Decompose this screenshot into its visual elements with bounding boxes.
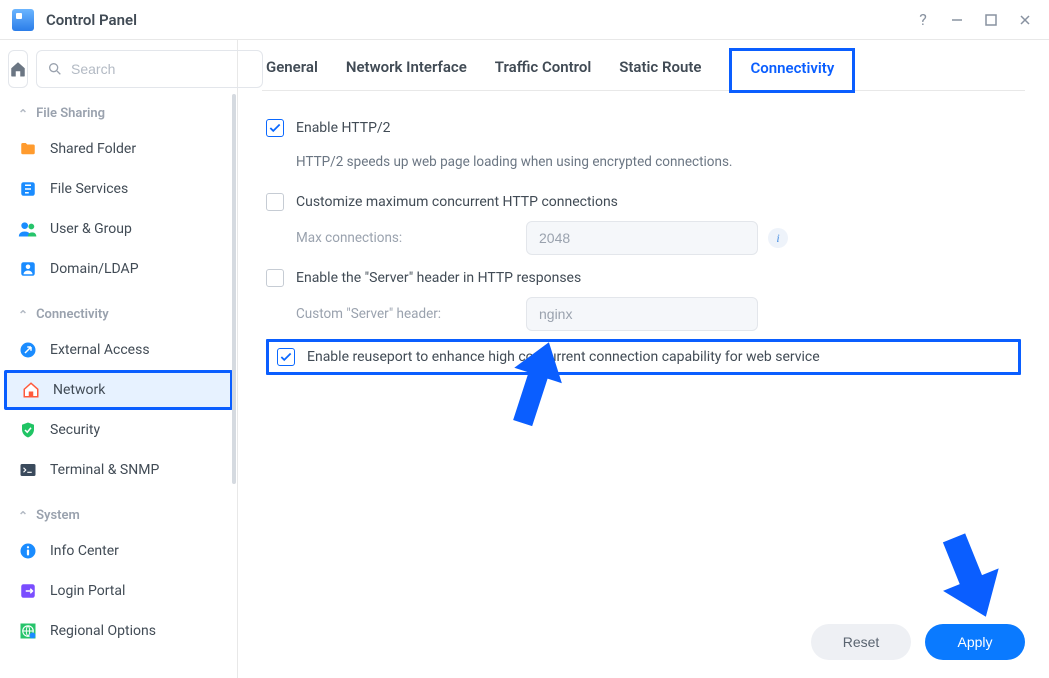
section-connectivity[interactable]: ⌃ Connectivity xyxy=(0,299,237,330)
close-button[interactable] xyxy=(1013,8,1037,32)
sidebar-item-label: Info Center xyxy=(50,543,119,559)
folder-icon xyxy=(18,139,38,159)
user-group-icon xyxy=(18,219,38,239)
sidebar-item-terminal-snmp[interactable]: Terminal & SNMP xyxy=(0,450,237,490)
info-icon[interactable]: i xyxy=(768,228,788,248)
highlighted-reuseport-row: Enable reuseport to enhance high concurr… xyxy=(266,339,1021,375)
chevron-up-icon: ⌃ xyxy=(18,107,28,121)
chevron-up-icon: ⌃ xyxy=(18,308,28,322)
tab-network-interface[interactable]: Network Interface xyxy=(346,58,467,90)
max-connections-input[interactable] xyxy=(526,221,758,255)
network-icon xyxy=(21,380,41,400)
search-icon xyxy=(47,61,63,77)
search-input[interactable] xyxy=(71,61,252,77)
window-title: Control Panel xyxy=(46,11,137,29)
sidebar-item-security[interactable]: Security xyxy=(0,410,237,450)
sidebar-item-label: Shared Folder xyxy=(50,141,136,157)
footer: Reset Apply xyxy=(262,606,1025,660)
app-icon xyxy=(12,9,34,31)
content-area: General Network Interface Traffic Contro… xyxy=(238,40,1049,678)
checkbox-server-header[interactable] xyxy=(266,269,284,287)
sidebar-item-regional-options[interactable]: Regional Options xyxy=(0,611,237,651)
sidebar-item-label: Network xyxy=(53,382,105,398)
annotation-arrow-icon xyxy=(500,340,570,430)
home-icon xyxy=(9,60,27,78)
home-button[interactable] xyxy=(8,50,28,88)
info-icon xyxy=(18,541,38,561)
sidebar-item-label: Domain/LDAP xyxy=(50,261,139,277)
max-connections-label: Max connections: xyxy=(296,230,526,246)
login-portal-icon xyxy=(18,581,38,601)
custom-header-input[interactable] xyxy=(526,297,758,331)
globe-icon xyxy=(18,621,38,641)
section-label: Connectivity xyxy=(36,307,109,322)
custom-header-label: Custom "Server" header: xyxy=(296,306,526,322)
scrollbar[interactable] xyxy=(232,94,236,484)
annotation-arrow-icon xyxy=(929,530,1009,620)
external-access-icon xyxy=(18,340,38,360)
file-services-icon xyxy=(18,179,38,199)
section-label: System xyxy=(36,508,80,523)
sidebar-item-user-group[interactable]: User & Group xyxy=(0,209,237,249)
checkbox-customize-max[interactable] xyxy=(266,193,284,211)
apply-button[interactable]: Apply xyxy=(925,624,1025,660)
checkbox-label: Enable HTTP/2 xyxy=(296,120,391,136)
section-file-sharing[interactable]: ⌃ File Sharing xyxy=(0,98,237,129)
form: Enable HTTP/2 HTTP/2 speeds up web page … xyxy=(262,91,1025,375)
checkbox-http2[interactable] xyxy=(266,119,284,137)
chevron-up-icon: ⌃ xyxy=(18,509,28,523)
terminal-icon xyxy=(18,460,38,480)
tab-traffic-control[interactable]: Traffic Control xyxy=(495,58,591,90)
sidebar-item-label: Security xyxy=(50,422,100,438)
help-button[interactable]: ? xyxy=(911,8,935,32)
sidebar-item-label: External Access xyxy=(50,342,150,358)
search-field[interactable] xyxy=(36,50,263,88)
sidebar-item-label: Login Portal xyxy=(50,583,125,599)
sidebar-item-label: Terminal & SNMP xyxy=(50,462,159,478)
sidebar-item-network[interactable]: Network xyxy=(4,370,233,410)
minimize-button[interactable] xyxy=(945,8,969,32)
sidebar-item-shared-folder[interactable]: Shared Folder xyxy=(0,129,237,169)
sidebar-item-login-portal[interactable]: Login Portal xyxy=(0,571,237,611)
tab-bar: General Network Interface Traffic Contro… xyxy=(262,40,1025,91)
sidebar-item-domain-ldap[interactable]: Domain/LDAP xyxy=(0,249,237,289)
section-system[interactable]: ⌃ System xyxy=(0,500,237,531)
sidebar-item-info-center[interactable]: Info Center xyxy=(0,531,237,571)
section-label: File Sharing xyxy=(36,106,105,121)
titlebar: Control Panel ? xyxy=(0,0,1049,40)
sidebar-item-label: User & Group xyxy=(50,221,132,237)
checkbox-label: Enable the "Server" header in HTTP respo… xyxy=(296,270,581,286)
sidebar-item-label: File Services xyxy=(50,181,128,197)
tab-static-route[interactable]: Static Route xyxy=(619,58,701,90)
domain-icon xyxy=(18,259,38,279)
sidebar-item-external-access[interactable]: External Access xyxy=(0,330,237,370)
checkbox-label: Customize maximum concurrent HTTP connec… xyxy=(296,194,618,210)
tab-connectivity[interactable]: Connectivity xyxy=(729,48,855,93)
sidebar: ⌃ File Sharing Shared Folder File Servic… xyxy=(0,40,238,678)
maximize-button[interactable] xyxy=(979,8,1003,32)
sidebar-item-file-services[interactable]: File Services xyxy=(0,169,237,209)
reset-button[interactable]: Reset xyxy=(811,624,911,660)
tab-general[interactable]: General xyxy=(266,58,318,90)
http2-description: HTTP/2 speeds up web page loading when u… xyxy=(296,154,732,170)
sidebar-item-label: Regional Options xyxy=(50,623,156,639)
shield-icon xyxy=(18,420,38,440)
checkbox-reuseport[interactable] xyxy=(277,348,295,366)
